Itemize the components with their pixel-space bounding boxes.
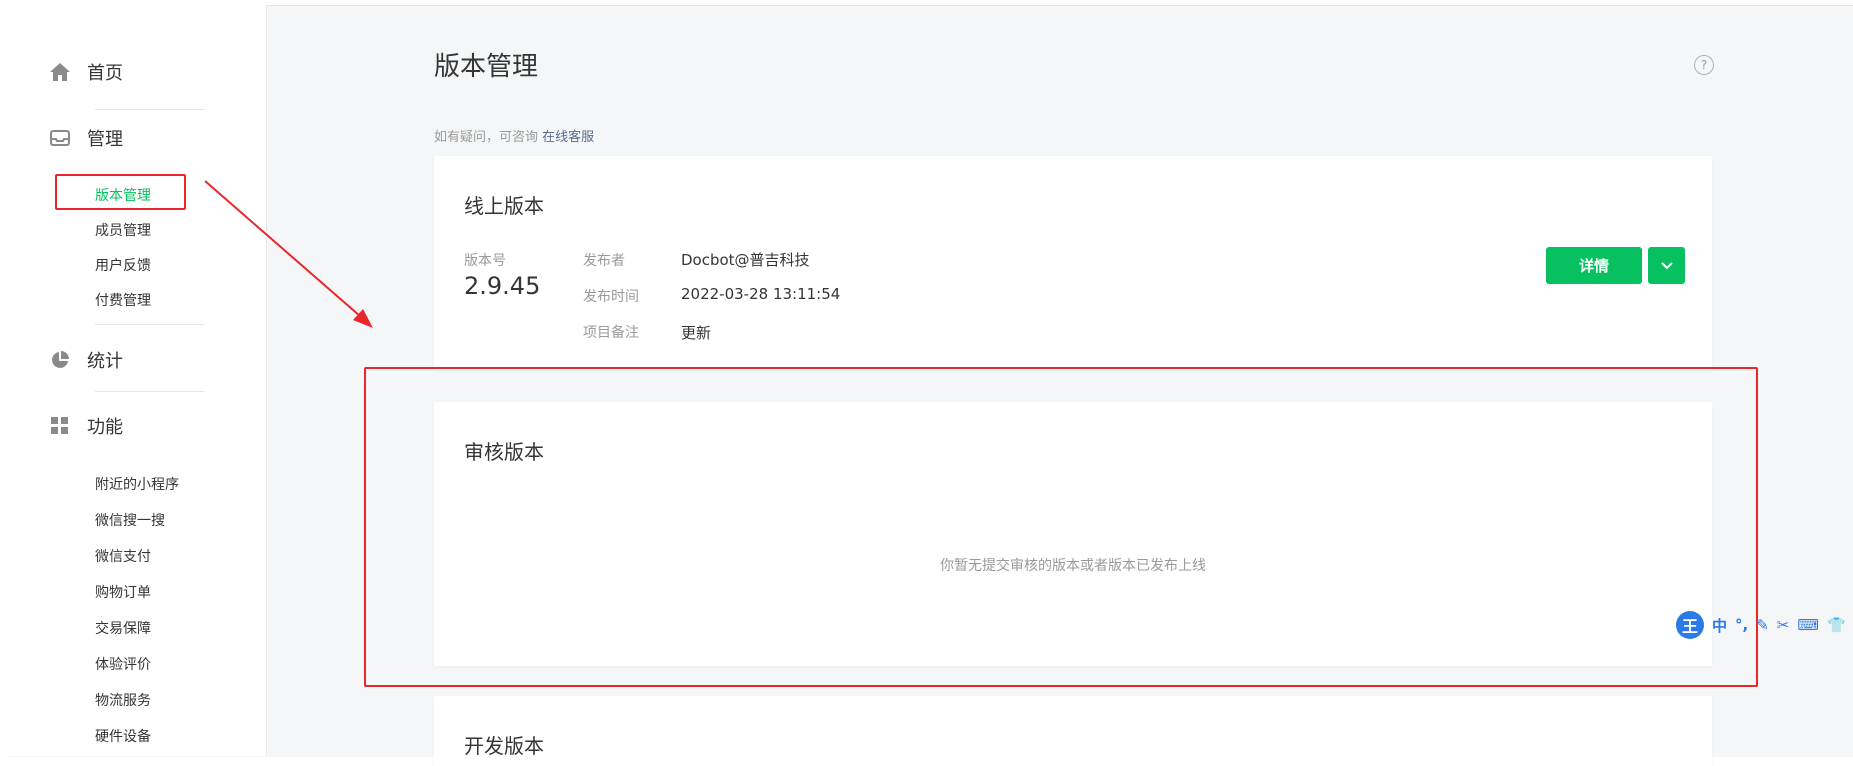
nav-home[interactable]: 首页 — [49, 59, 123, 85]
divider — [95, 109, 204, 110]
sidebar: 首页 管理 版本管理 成员管理 用户反馈 付费管理 统计 功能 附近的小程序 微… — [9, 5, 267, 756]
sidebar-item-member-manage[interactable]: 成员管理 — [95, 220, 151, 240]
nav-features[interactable]: 功能 — [49, 413, 123, 439]
ime-toolbar[interactable]: 王 中 °, ✎ ✂ ⌨ 👕 — [1676, 610, 1846, 640]
online-support-link[interactable]: 在线客服 — [542, 130, 594, 145]
grid-icon — [49, 415, 71, 437]
sidebar-item-wechat-search[interactable]: 微信搜一搜 — [95, 510, 165, 530]
pie-chart-icon — [49, 349, 71, 371]
sidebar-item-experience-review[interactable]: 体验评价 — [95, 654, 151, 674]
page-title: 版本管理 — [434, 52, 539, 82]
ime-punctuation-mode[interactable]: °, — [1735, 616, 1748, 634]
project-note-value: 更新 — [681, 324, 712, 342]
project-note-label: 项目备注 — [583, 325, 639, 341]
skin-icon[interactable]: 👕 — [1827, 616, 1846, 634]
publish-time-label: 发布时间 — [583, 289, 639, 305]
version-label: 版本号 — [464, 253, 506, 269]
nav-stats[interactable]: 统计 — [49, 347, 123, 373]
sidebar-item-trade-guarantee[interactable]: 交易保障 — [95, 618, 151, 638]
publisher-value: Docbot@普吉科技 — [681, 251, 810, 269]
keyboard-icon[interactable]: ⌨ — [1797, 616, 1819, 634]
ime-chinese-mode[interactable]: 中 — [1712, 615, 1727, 636]
ime-logo-icon[interactable]: 王 — [1676, 611, 1704, 639]
home-icon — [49, 61, 71, 83]
pen-icon[interactable]: ✎ — [1756, 616, 1769, 634]
sidebar-item-nearby-miniprogram[interactable]: 附近的小程序 — [95, 474, 179, 494]
sidebar-item-logistics[interactable]: 物流服务 — [95, 690, 151, 710]
publisher-label: 发布者 — [583, 253, 625, 269]
help-hint: 如有疑问，可咨询 在线客服 — [434, 126, 594, 145]
divider — [95, 391, 204, 392]
annotation-highlight-box — [364, 367, 1758, 687]
nav-home-label: 首页 — [87, 63, 123, 84]
sidebar-item-hardware[interactable]: 硬件设备 — [95, 726, 151, 746]
publish-time-value: 2022-03-28 13:11:54 — [681, 285, 841, 303]
scissors-icon[interactable]: ✂ — [1777, 616, 1790, 634]
version-number: 2.9.45 — [464, 272, 541, 300]
help-icon[interactable]: ? — [1694, 55, 1714, 75]
nav-manage-label: 管理 — [87, 129, 123, 150]
sidebar-item-shopping-orders[interactable]: 购物订单 — [95, 582, 151, 602]
annotation-highlight-box — [55, 174, 186, 210]
inbox-icon — [49, 127, 71, 149]
sidebar-item-wechat-pay[interactable]: 微信支付 — [95, 546, 151, 566]
help-hint-text: 如有疑问，可咨询 — [434, 130, 539, 145]
nav-stats-label: 统计 — [87, 351, 123, 372]
detail-button[interactable]: 详情 — [1546, 247, 1642, 284]
nav-manage[interactable]: 管理 — [49, 125, 123, 151]
divider — [95, 324, 204, 325]
dev-version-title: 开发版本 — [464, 734, 544, 758]
sidebar-item-user-feedback[interactable]: 用户反馈 — [95, 255, 151, 275]
more-dropdown-button[interactable] — [1648, 247, 1685, 284]
annotation-arrow — [204, 180, 373, 328]
chevron-down-icon — [1660, 256, 1674, 275]
online-version-title: 线上版本 — [464, 194, 544, 218]
sidebar-item-payment-manage[interactable]: 付费管理 — [95, 290, 151, 310]
nav-features-label: 功能 — [87, 417, 123, 438]
